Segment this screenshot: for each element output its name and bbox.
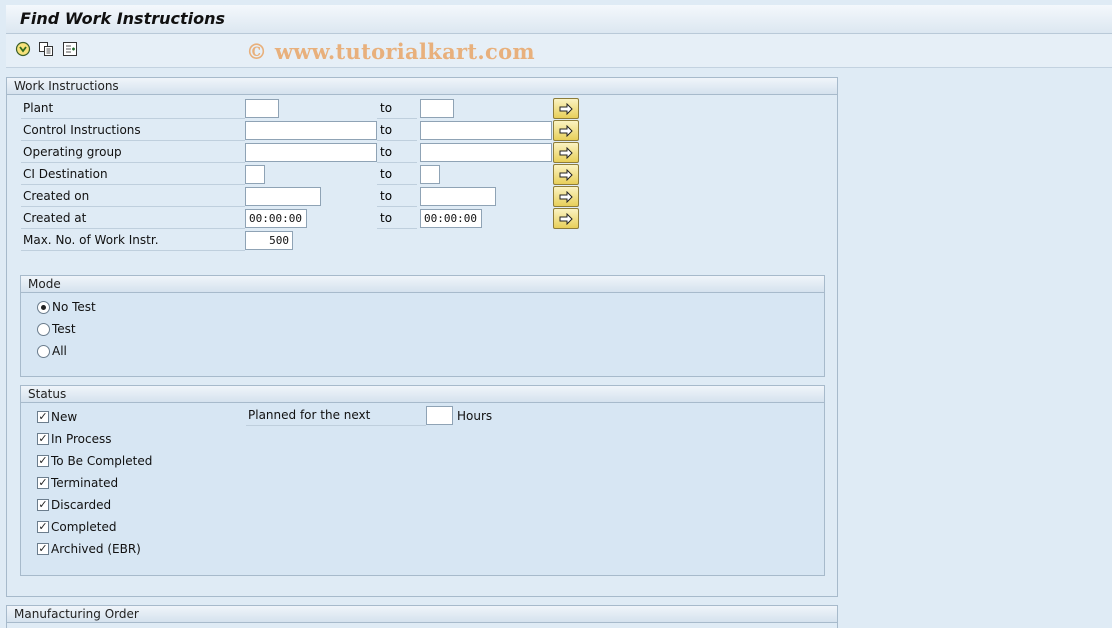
checkbox-to-be-completed[interactable]: ✓ — [37, 455, 49, 467]
created-at-label: Created at — [21, 209, 245, 229]
arrow-right-icon — [559, 212, 573, 225]
to-label: to — [377, 99, 417, 119]
radio-no-test[interactable] — [37, 301, 50, 314]
checkbox-label: Archived (EBR) — [51, 542, 141, 556]
group-header: Status — [21, 386, 824, 403]
arrow-right-icon — [559, 124, 573, 137]
hours-label: Hours — [457, 409, 493, 423]
planned-hours-input[interactable] — [426, 406, 453, 425]
to-label: to — [377, 165, 417, 185]
ci-destination-label: CI Destination — [21, 165, 245, 185]
planned-for-next-label: Planned for the next — [246, 406, 426, 426]
created-at-to-input[interactable]: 00:00:00 — [420, 209, 482, 228]
checkbox-in-process[interactable]: ✓ — [37, 433, 49, 445]
execute-icon[interactable] — [15, 41, 31, 57]
checkbox-label: Discarded — [51, 498, 112, 512]
created-at-from-input[interactable]: 00:00:00 — [245, 209, 307, 228]
checkbox-terminated[interactable]: ✓ — [37, 477, 49, 489]
group-header: Work Instructions — [7, 78, 837, 95]
control-instructions-from-input[interactable] — [245, 121, 377, 140]
arrow-right-icon — [559, 102, 573, 115]
work-instructions-group: Work Instructions Plant to Control Instr… — [6, 77, 838, 597]
operating-group-from-input[interactable] — [245, 143, 377, 162]
plant-to-input[interactable] — [420, 99, 454, 118]
multiple-selection-button[interactable] — [553, 120, 579, 141]
arrow-right-icon — [559, 190, 573, 203]
checkbox-archived-ebr[interactable]: ✓ — [37, 543, 49, 555]
radio-label: Test — [52, 322, 76, 336]
to-label: to — [377, 121, 417, 141]
checkbox-discarded[interactable]: ✓ — [37, 499, 49, 511]
title-bar: Find Work Instructions — [6, 5, 1112, 34]
checkbox-label: New — [51, 410, 78, 424]
created-on-label: Created on — [21, 187, 245, 207]
ci-destination-from-input[interactable] — [245, 165, 265, 184]
radio-all[interactable] — [37, 345, 50, 358]
mode-group: Mode No Test Test All — [20, 275, 825, 377]
control-instructions-label: Control Instructions — [21, 121, 245, 141]
checkbox-label: Terminated — [51, 476, 119, 490]
max-work-instr-label: Max. No. of Work Instr. — [21, 231, 245, 251]
radio-test[interactable] — [37, 323, 50, 336]
status-group: Status ✓ New ✓ In Process ✓ To Be Comple… — [20, 385, 825, 576]
watermark-text: © www.tutorialkart.com — [246, 39, 535, 64]
group-header: Mode — [21, 276, 824, 293]
arrow-right-icon — [559, 168, 573, 181]
manufacturing-order-group: Manufacturing Order — [6, 605, 838, 628]
checkbox-label: Completed — [51, 520, 117, 534]
multiple-selection-button[interactable] — [553, 208, 579, 229]
plant-label: Plant — [21, 99, 245, 119]
application-toolbar: © www.tutorialkart.com — [6, 34, 1112, 68]
radio-label: No Test — [52, 300, 96, 314]
checkbox-label: To Be Completed — [51, 454, 153, 468]
plant-from-input[interactable] — [245, 99, 279, 118]
checkbox-new[interactable]: ✓ — [37, 411, 49, 423]
multiple-selection-button[interactable] — [553, 186, 579, 207]
multiple-selection-button[interactable] — [553, 142, 579, 163]
to-label: to — [377, 187, 417, 207]
to-label: to — [377, 209, 417, 229]
multiple-selection-icon[interactable] — [62, 41, 78, 57]
radio-label: All — [52, 344, 67, 358]
arrow-right-icon — [559, 146, 573, 159]
operating-group-to-input[interactable] — [420, 143, 552, 162]
checkbox-label: In Process — [51, 432, 112, 446]
multiple-selection-button[interactable] — [553, 164, 579, 185]
created-on-from-input[interactable] — [245, 187, 321, 206]
copy-icon[interactable] — [38, 41, 54, 57]
created-on-to-input[interactable] — [420, 187, 496, 206]
page-title: Find Work Instructions — [20, 9, 226, 28]
to-label: to — [377, 143, 417, 163]
max-work-instr-input[interactable]: 500 — [245, 231, 293, 250]
control-instructions-to-input[interactable] — [420, 121, 552, 140]
ci-destination-to-input[interactable] — [420, 165, 440, 184]
multiple-selection-button[interactable] — [553, 98, 579, 119]
group-header: Manufacturing Order — [7, 606, 837, 623]
operating-group-label: Operating group — [21, 143, 245, 163]
checkbox-completed[interactable]: ✓ — [37, 521, 49, 533]
